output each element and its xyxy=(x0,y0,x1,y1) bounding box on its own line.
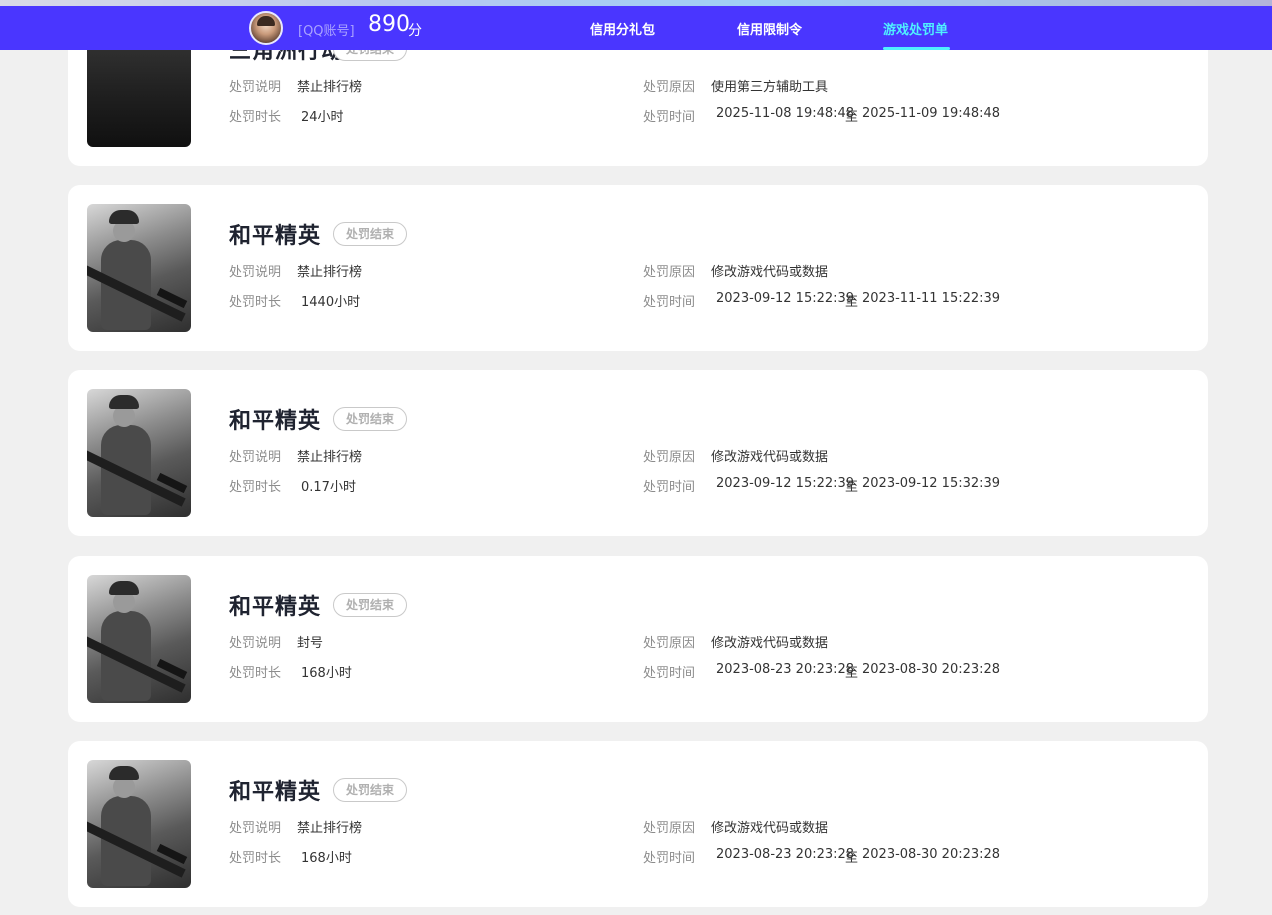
account-label: [QQ账号] xyxy=(298,24,355,39)
time-separator: 至 xyxy=(845,295,859,310)
time-start: 2025-11-08 19:48:48 xyxy=(716,106,855,121)
top-gradient-strip xyxy=(0,0,1272,6)
duration-label: 处罚时长 xyxy=(229,480,282,495)
desc-label: 处罚说明 xyxy=(229,636,282,651)
duration-value: 1440小时 xyxy=(301,295,361,310)
game-cover-image xyxy=(87,389,191,517)
desc-label: 处罚说明 xyxy=(229,450,282,465)
time-label: 处罚时间 xyxy=(643,666,696,681)
credit-score-unit: 分 xyxy=(408,23,422,39)
desc-value: 禁止排行榜 xyxy=(297,821,363,836)
top-navbar: [QQ账号] 890 分 信用分礼包 信用限制令 游戏处罚单 xyxy=(0,6,1272,50)
time-separator: 至 xyxy=(845,851,859,866)
desc-label: 处罚说明 xyxy=(229,821,282,836)
status-badge: 处罚结束 xyxy=(333,593,408,617)
time-start: 2023-08-23 20:23:28 xyxy=(716,662,855,677)
status-badge: 处罚结束 xyxy=(333,222,408,246)
game-cover-image xyxy=(87,204,191,332)
desc-value: 禁止排行榜 xyxy=(297,450,363,465)
duration-label: 处罚时长 xyxy=(229,295,282,310)
duration-value: 168小时 xyxy=(301,666,352,681)
reason-value: 修改游戏代码或数据 xyxy=(711,821,829,836)
penalty-card: 和平精英 处罚结束处罚说明 禁止排行榜 处罚原因 修改游戏代码或数据处罚时长 1440小时… xyxy=(68,185,1208,351)
status-badge: 处罚结束 xyxy=(333,778,408,802)
game-name: 和平精英 xyxy=(229,224,322,249)
desc-label: 处罚说明 xyxy=(229,265,282,280)
time-separator: 至 xyxy=(845,666,859,681)
time-end: 2023-08-30 20:23:28 xyxy=(862,662,1001,677)
duration-label: 处罚时长 xyxy=(229,110,282,125)
credit-score: 890 xyxy=(368,12,410,37)
time-end: 2023-09-12 15:32:39 xyxy=(862,476,1001,491)
game-cover-image xyxy=(87,760,191,888)
reason-label: 处罚原因 xyxy=(643,821,696,836)
reason-label: 处罚原因 xyxy=(643,450,696,465)
duration-label: 处罚时长 xyxy=(229,666,282,681)
time-separator: 至 xyxy=(845,480,859,495)
reason-value: 修改游戏代码或数据 xyxy=(711,265,829,280)
time-end: 2025-11-09 19:48:48 xyxy=(862,106,1001,121)
time-label: 处罚时间 xyxy=(643,295,696,310)
time-end: 2023-11-11 15:22:39 xyxy=(862,291,1001,306)
time-label: 处罚时间 xyxy=(643,480,696,495)
duration-value: 24小时 xyxy=(301,110,344,125)
duration-value: 0.17小时 xyxy=(301,480,356,495)
active-tab-indicator xyxy=(883,47,950,50)
reason-label: 处罚原因 xyxy=(643,265,696,280)
desc-value: 禁止排行榜 xyxy=(297,265,363,280)
penalty-card: 和平精英 处罚结束处罚说明 封号 处罚原因 修改游戏代码或数据处罚时长 168小时 处罚时间… xyxy=(68,556,1208,722)
reason-value: 修改游戏代码或数据 xyxy=(711,636,829,651)
penalty-card: 和平精英 处罚结束处罚说明 禁止排行榜 处罚原因 修改游戏代码或数据处罚时长 0.17小时… xyxy=(68,370,1208,536)
time-start: 2023-09-12 15:22:39 xyxy=(716,476,855,491)
reason-label: 处罚原因 xyxy=(643,636,696,651)
user-avatar[interactable] xyxy=(249,11,283,45)
game-name: 和平精英 xyxy=(229,409,322,434)
time-label: 处罚时间 xyxy=(643,110,696,125)
penalty-card: 和平精英 处罚结束处罚说明 禁止排行榜 处罚原因 修改游戏代码或数据处罚时长 168小时 处… xyxy=(68,741,1208,907)
time-start: 2023-09-12 15:22:39 xyxy=(716,291,855,306)
reason-label: 处罚原因 xyxy=(643,80,696,95)
status-badge: 处罚结束 xyxy=(333,407,408,431)
time-start: 2023-08-23 20:23:28 xyxy=(716,847,855,862)
duration-value: 168小时 xyxy=(301,851,352,866)
duration-label: 处罚时长 xyxy=(229,851,282,866)
desc-label: 处罚说明 xyxy=(229,80,282,95)
time-end: 2023-08-30 20:23:28 xyxy=(862,847,1001,862)
desc-value: 禁止排行榜 xyxy=(297,80,363,95)
game-cover-image xyxy=(87,575,191,703)
game-name: 和平精英 xyxy=(229,780,322,805)
tab-credit-restriction[interactable]: 信用限制令 xyxy=(737,19,802,38)
time-label: 处罚时间 xyxy=(643,851,696,866)
desc-value: 封号 xyxy=(297,636,324,651)
time-separator: 至 xyxy=(845,110,859,125)
game-name: 和平精英 xyxy=(229,595,322,620)
tab-game-penalty[interactable]: 游戏处罚单 xyxy=(883,19,948,38)
tab-credit-gift[interactable]: 信用分礼包 xyxy=(590,19,655,38)
reason-value: 修改游戏代码或数据 xyxy=(711,450,829,465)
reason-value: 使用第三方辅助工具 xyxy=(711,80,829,95)
